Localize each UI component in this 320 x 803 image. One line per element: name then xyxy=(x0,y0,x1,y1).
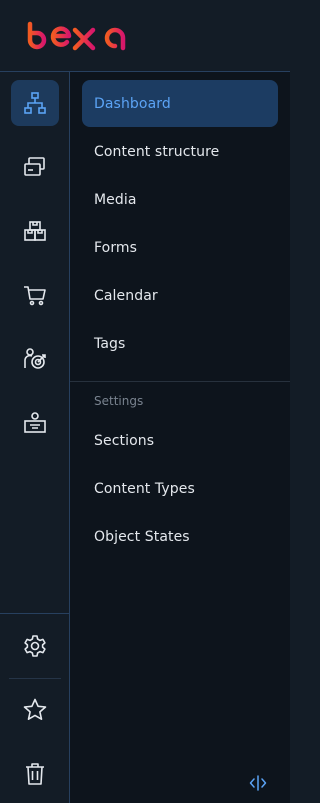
cart-icon xyxy=(24,286,46,306)
rail-admin[interactable] xyxy=(11,400,59,446)
nav-item-content-structure[interactable]: Content structure xyxy=(82,128,278,175)
rail-divider xyxy=(0,613,69,614)
rail-commerce[interactable] xyxy=(11,272,59,318)
nav-item-dashboard[interactable]: Dashboard xyxy=(82,80,278,127)
secondary-nav-panel: Dashboard Content structure Media Forms … xyxy=(70,72,290,803)
nav-item-forms[interactable]: Forms xyxy=(82,224,278,271)
content-cards-icon xyxy=(24,157,45,176)
rail-products[interactable] xyxy=(11,208,59,254)
admin-desk-icon xyxy=(24,412,46,433)
nav-item-content-types[interactable]: Content Types xyxy=(82,465,278,512)
gear-icon xyxy=(24,635,46,657)
products-icon xyxy=(24,221,46,241)
collapse-panel-icon xyxy=(249,775,267,791)
rail-content-types[interactable] xyxy=(11,144,59,190)
nav-item-calendar[interactable]: Calendar xyxy=(82,272,278,319)
collapse-panel-button[interactable] xyxy=(246,772,270,794)
rail-divider-short xyxy=(9,678,61,679)
settings-button[interactable] xyxy=(11,623,59,669)
star-icon xyxy=(23,698,47,720)
panel-divider xyxy=(70,381,290,382)
sitemap-icon xyxy=(24,92,46,114)
rail-content[interactable] xyxy=(11,80,59,126)
customer-target-icon xyxy=(24,348,46,369)
main-nav-rail xyxy=(0,72,70,803)
nav-item-object-states[interactable]: Object States xyxy=(82,513,278,560)
trash-button[interactable] xyxy=(11,751,59,797)
bookmarks-button[interactable] xyxy=(11,687,59,733)
settings-section-label: Settings xyxy=(94,394,144,408)
rail-customers[interactable] xyxy=(11,336,59,382)
nav-item-tags[interactable]: Tags xyxy=(82,320,278,367)
trash-icon xyxy=(26,763,44,785)
ibexa-logo[interactable] xyxy=(17,20,135,52)
nav-item-sections[interactable]: Sections xyxy=(82,417,278,464)
nav-item-media[interactable]: Media xyxy=(82,176,278,223)
top-header xyxy=(0,0,290,72)
